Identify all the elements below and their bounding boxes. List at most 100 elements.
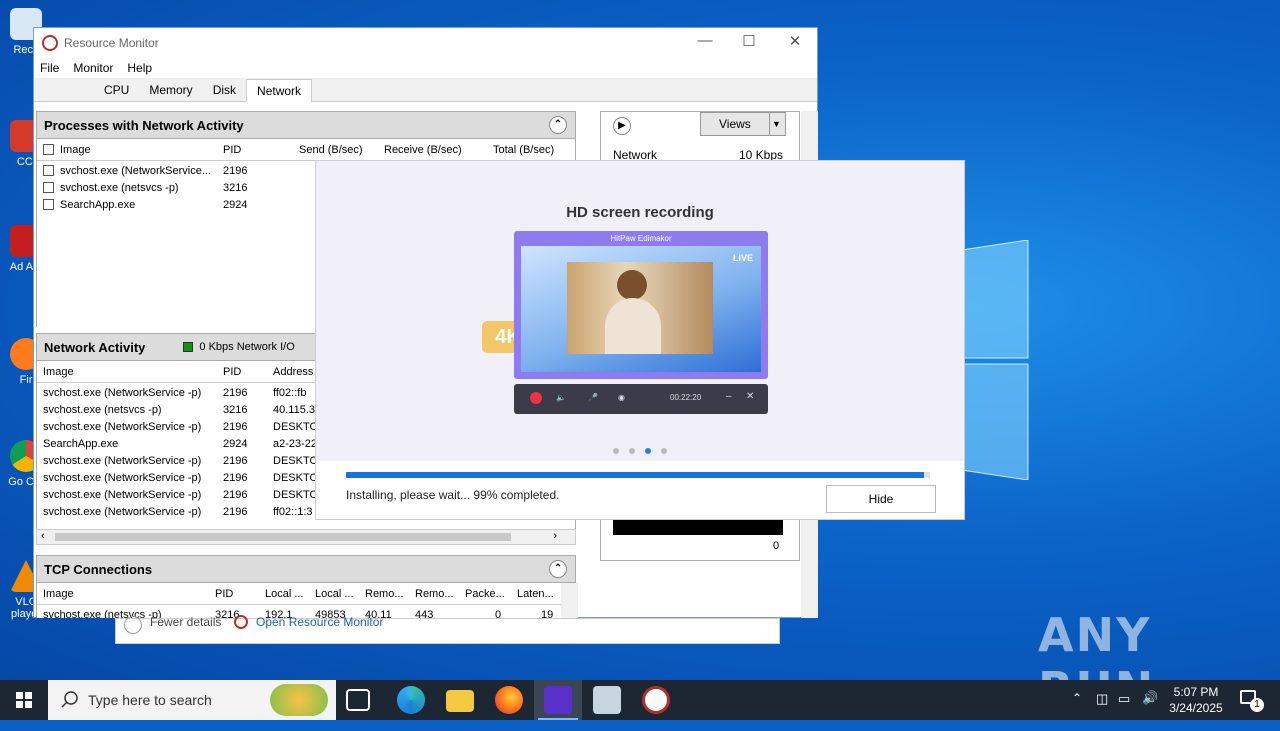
microphone-icon: 🎤 [588,393,598,402]
horizontal-scrollbar[interactable]: ‹ › [36,529,576,545]
feature-heading: HD screen recording [566,204,714,221]
column-header[interactable]: Image [43,366,74,378]
carousel-dot[interactable] [613,448,619,454]
views-dropdown[interactable]: Views ▼ [700,112,786,136]
live-badge: LIVE [732,253,753,263]
scroll-left-icon[interactable]: ‹ [41,530,45,542]
search-placeholder: Type here to search [88,692,212,708]
resource-monitor-icon [234,615,248,629]
column-header[interactable]: Local ... [315,588,354,600]
search-highlight-icon [270,684,328,716]
menu-file[interactable]: File [40,61,59,75]
menu-bar: File Monitor Help [34,58,817,78]
column-header[interactable]: Total (B/sec) [493,144,554,156]
column-header[interactable]: Local ... [265,588,304,600]
battery-icon[interactable]: ▭ [1118,691,1130,731]
preview-photo [567,262,713,354]
tab-cpu[interactable]: CPU [94,79,139,101]
collapse-icon[interactable]: ⌃ [549,116,567,134]
panel-title: Network Activity [44,339,146,355]
start-button[interactable] [0,680,48,720]
scrollbar-thumb[interactable] [55,533,511,541]
chevron-down-icon[interactable]: ▼ [769,113,783,135]
column-header[interactable]: PID [223,366,241,378]
column-header[interactable]: Receive (B/sec) [384,144,462,156]
show-hidden-icons-chevron-icon[interactable]: ⌃ [1072,691,1082,731]
windows-start-icon [16,692,32,708]
activity-indicator-icon [183,342,194,352]
edge-icon[interactable] [397,686,425,714]
minimize-button[interactable]: — [682,32,728,54]
carousel-dot[interactable] [661,448,667,454]
volume-icon[interactable]: 🔊 [1142,690,1158,730]
column-header[interactable]: Image [43,144,91,156]
speaker-icon: 🔈 [556,393,566,402]
taskbar-search-box[interactable]: Type here to search [48,680,336,720]
notification-count-badge: 1 [1250,698,1264,712]
firefox-icon[interactable] [495,686,523,714]
taskbar-active-app[interactable] [534,680,582,720]
views-label: Views [719,117,751,131]
webcam-icon: ◉ [618,393,625,402]
checkbox[interactable] [43,199,54,210]
column-header[interactable]: Remo... [415,588,454,600]
open-resource-monitor-link[interactable]: Open Resource Monitor [256,615,383,629]
recording-preview: HitPaw Edimakor LIVE [514,231,768,379]
tab-disk[interactable]: Disk [203,79,246,101]
title-bar[interactable]: Resource Monitor — ☐ ✕ [34,28,817,58]
desktop-icon-label: Fir [19,374,33,386]
column-header[interactable]: Remo... [365,588,404,600]
resource-monitor-app-icon [42,35,58,51]
fewer-details-link[interactable]: Fewer details [150,615,221,629]
clock-time: 5:07 PM [1173,685,1219,699]
minimize-icon: – [726,391,732,402]
scroll-right-icon[interactable]: › [553,530,557,542]
column-header[interactable]: Address [273,366,313,378]
person-head [617,270,647,300]
table-header: Image PID Send (B/sec) Receive (B/sec) T… [37,139,575,161]
resource-monitor-taskbar-icon[interactable] [642,686,670,714]
column-header[interactable]: Packe... [465,588,505,600]
anyrun-watermark: ANY RUN [1038,608,1153,680]
processes-panel-header[interactable]: Processes with Network Activity ⌃ [36,111,576,139]
checkbox[interactable] [43,182,54,193]
collapse-details-icon[interactable] [124,616,142,634]
file-explorer-icon[interactable] [446,690,474,712]
maximize-button[interactable]: ☐ [726,32,772,54]
close-button[interactable]: ✕ [772,32,818,54]
column-header[interactable]: PID [215,588,233,600]
expand-icon[interactable]: ▶ [613,117,631,135]
recording-control-bar: 🔈 🎤 ◉ 00:22:20 – ✕ [514,384,768,414]
close-icon: ✕ [746,391,755,402]
carousel-dots [316,443,964,457]
search-icon [61,691,78,708]
column-header[interactable]: PID [223,144,241,156]
hide-button[interactable]: Hide [826,485,936,513]
tab-bar: CPU Memory Disk Network [34,78,817,102]
checkbox[interactable] [43,144,54,155]
edimakor-icon [544,686,572,714]
network-graph-min: 0 [773,540,780,552]
tcp-vertical-scrollbar[interactable] [561,583,578,618]
install-status-text: Installing, please wait... 99% completed… [346,488,560,502]
taskbar-clock[interactable]: 5:07 PM 3/24/2025 [1165,684,1227,716]
tcp-table: Image PID Local ... Local ... Remo... Re… [36,583,576,618]
checkbox[interactable] [43,165,54,176]
recording-timer: 00:22:20 [670,393,702,402]
installer-taskbar-icon[interactable] [593,686,621,714]
column-header[interactable]: Send (B/sec) [299,144,363,156]
task-view-icon[interactable] [346,689,370,711]
network-io-label: 0 Kbps Network I/O [199,341,295,353]
menu-monitor[interactable]: Monitor [73,61,113,75]
collapse-icon[interactable]: ⌃ [549,560,567,578]
menu-help[interactable]: Help [127,61,152,75]
column-header[interactable]: Image [43,588,74,600]
carousel-dot-active[interactable] [645,448,651,454]
carousel-dot[interactable] [629,448,635,454]
column-header[interactable]: Laten... [517,588,554,600]
tab-network[interactable]: Network [246,79,313,102]
tab-memory[interactable]: Memory [139,79,202,101]
tcp-connections-panel-header[interactable]: TCP Connections ⌃ [36,555,576,583]
progress-fill [346,472,925,478]
network-icon[interactable]: ◫ [1096,691,1108,731]
